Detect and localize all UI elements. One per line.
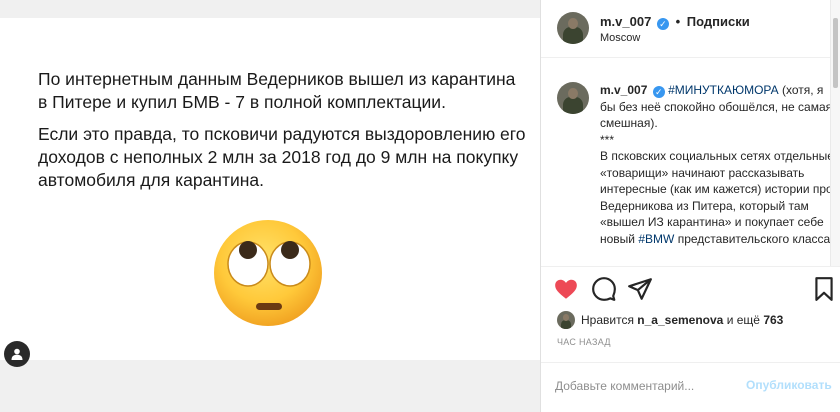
like-heart-icon[interactable] — [553, 276, 579, 302]
caption-area: m.v_007 ✓ #МИНУТКАЮМОРА (хотя, я бы без … — [541, 68, 840, 266]
location-link[interactable]: Moscow — [600, 32, 640, 44]
post-paragraph-2: Если это правда, то псковичи радуются вы… — [38, 124, 526, 190]
user-tag-icon[interactable] — [4, 341, 30, 367]
likes-count-link[interactable]: 763 — [763, 313, 783, 327]
post-header: m.v_007 ✓ • Подписки Moscow — [541, 0, 840, 58]
post-timestamp[interactable]: ЧАС НАЗАД — [557, 337, 611, 347]
hashtag-bmw-link[interactable]: #BMW — [638, 232, 674, 246]
rolling-eyes-emoji-icon — [214, 220, 322, 326]
verified-badge-icon: ✓ — [656, 18, 669, 30]
hashtag-link[interactable]: #МИНУТКАЮМОРА — [668, 83, 779, 97]
header-username-link[interactable]: m.v_007 — [600, 14, 651, 29]
divider — [541, 266, 840, 267]
comment-input[interactable] — [555, 375, 735, 397]
following-button[interactable]: Подписки — [687, 14, 750, 29]
header-user-line: m.v_007 ✓ • Подписки — [600, 14, 750, 30]
caption-username-link[interactable]: m.v_007 — [600, 83, 647, 97]
post-paragraph-1: По интернетным данным Ведерников вышел и… — [38, 69, 516, 112]
scrollbar-thumb[interactable] — [833, 18, 838, 88]
liker-avatar[interactable] — [557, 311, 575, 329]
action-bar — [541, 272, 840, 308]
post-text-block: По интернетным данным Ведерников вышел и… — [38, 68, 528, 201]
post-image[interactable]: По интернетным данным Ведерников вышел и… — [0, 18, 540, 367]
caption-avatar[interactable] — [557, 82, 589, 114]
likes-middle: и ещё — [726, 313, 760, 327]
likes-prefix: Нравится — [581, 313, 634, 327]
caption-verified-badge-icon: ✓ — [652, 86, 665, 98]
post-side-panel: m.v_007 ✓ • Подписки Moscow m.v_007 ✓ #М… — [540, 0, 840, 412]
caption-text: m.v_007 ✓ #МИНУТКАЮМОРА (хотя, я бы без … — [600, 82, 834, 247]
liker-username-link[interactable]: n_a_semenova — [637, 313, 723, 327]
save-bookmark-icon[interactable] — [811, 276, 837, 302]
caption-scrollbar[interactable] — [830, 0, 840, 266]
publish-button[interactable]: Опубликовать — [746, 378, 832, 392]
avatar[interactable] — [557, 12, 589, 44]
share-send-icon[interactable] — [627, 276, 653, 302]
comment-bubble-icon[interactable] — [591, 276, 617, 302]
caption-stars: *** — [600, 132, 615, 147]
comment-box: Опубликовать — [541, 362, 840, 412]
likes-summary: Нравится n_a_semenova и ещё 763 — [557, 310, 783, 330]
caption-tail: представительского класса. — [677, 231, 834, 246]
header-separator: • — [675, 14, 681, 29]
